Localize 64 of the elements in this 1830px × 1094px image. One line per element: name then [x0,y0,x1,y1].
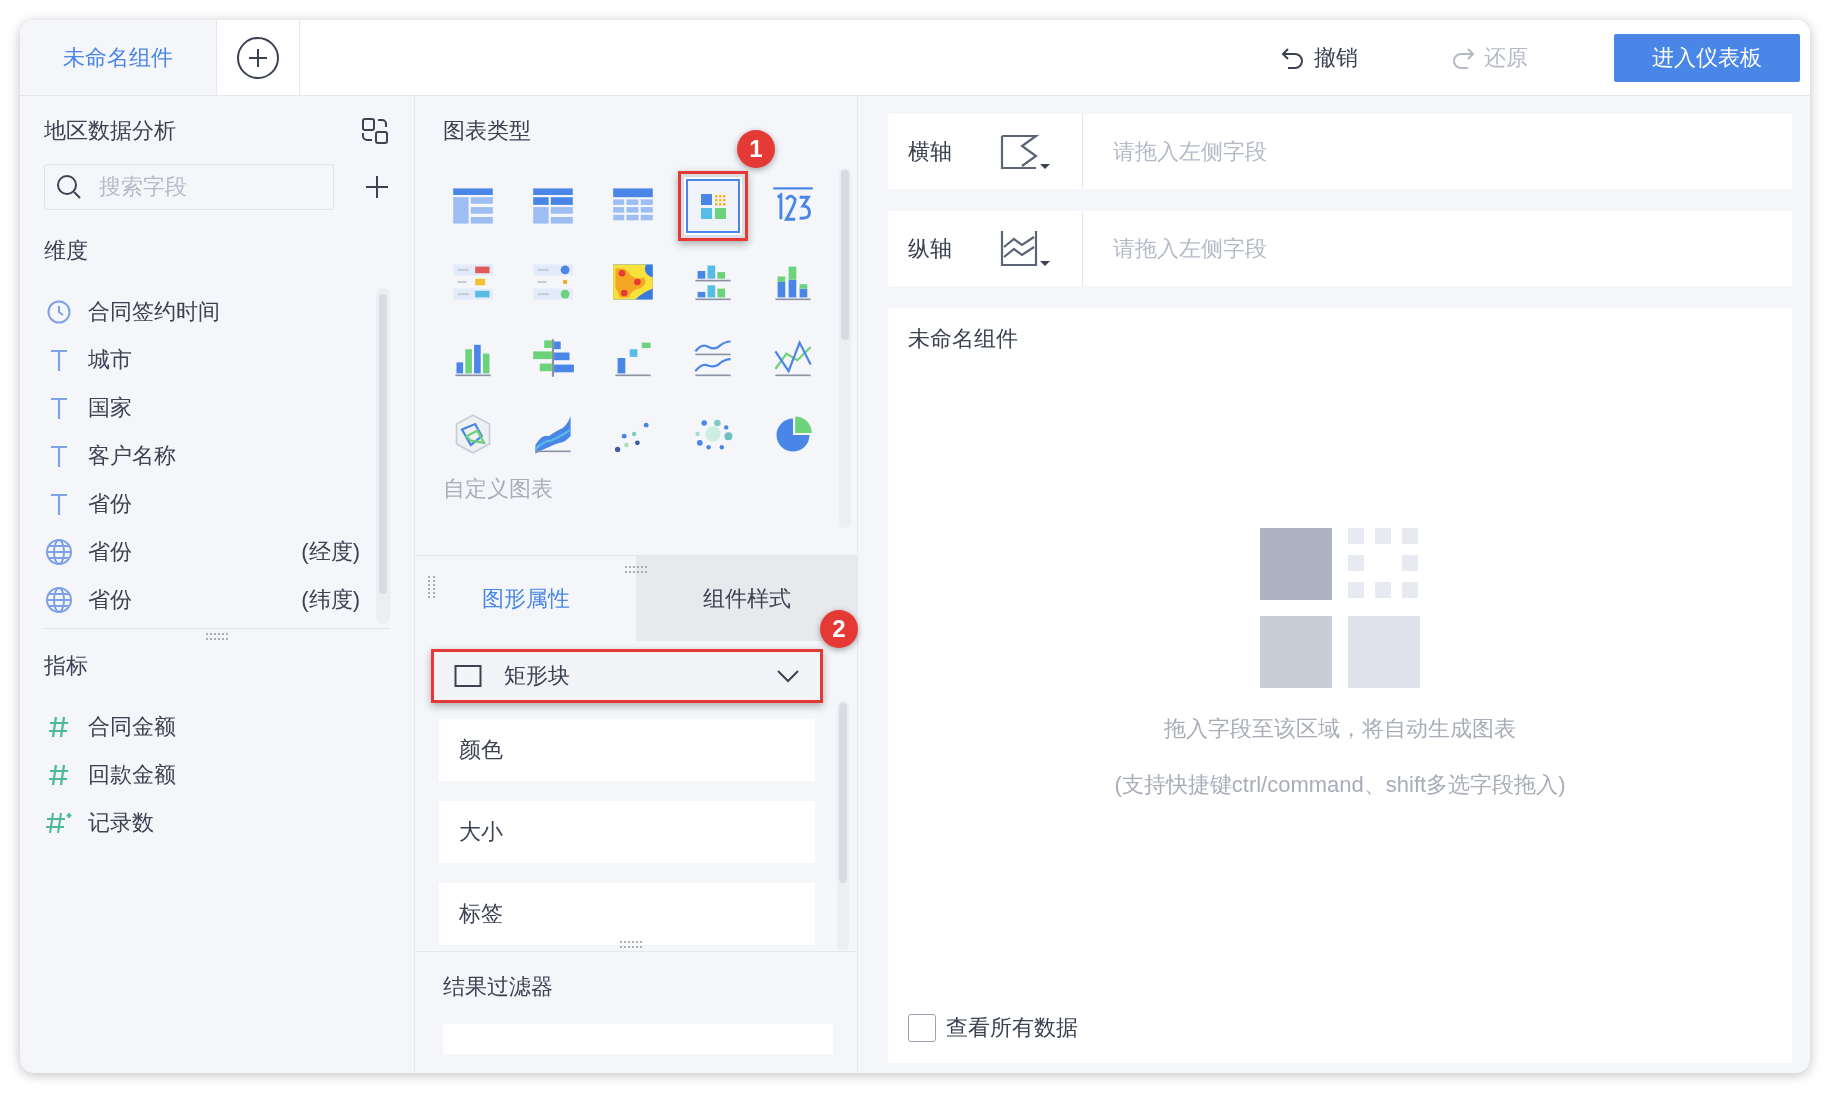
field-name[interactable]: 客户名称 [88,441,176,471]
globe-icon [45,586,73,614]
field-name[interactable]: 城市 [88,345,132,375]
axis-drop-field[interactable]: 请拖入左侧字段 [1111,137,1792,166]
hash-icon [48,763,70,787]
axis-drop-zone[interactable]: 请拖入左侧字段 [1083,211,1792,286]
section-title: 维度 [44,237,89,265]
add-icon[interactable] [364,174,390,200]
text-type-icon [49,396,69,420]
text-type-icon [49,492,69,516]
empty-hint: 拖入字段至该区域，将自动生成图表 [1164,714,1516,743]
field-suffix: (纬度) [301,586,361,614]
section-title: 自定义图表 [443,475,554,503]
scrollbar[interactable] [837,701,849,951]
switch-dataset-icon[interactable] [360,116,390,146]
axis-label: 横轴 [907,137,953,166]
field-name[interactable]: 省份 [88,537,132,567]
search-icon [55,173,83,201]
field-name[interactable]: 国家 [88,393,132,423]
add-icon[interactable] [236,35,280,80]
redo-icon [1450,45,1476,70]
dataset-title: 地区数据分析 [44,117,176,145]
chevron-down-icon [776,669,800,683]
field-name[interactable]: 回款金额 [88,760,176,790]
section-title: 指标 [44,652,89,680]
text-type-icon [49,348,69,372]
property-row[interactable]: 颜色 [439,719,815,781]
clock-icon [46,299,72,325]
section-title: 结果过滤器 [443,973,554,1001]
property-row[interactable]: 大小 [439,801,815,863]
drag-handle-icon[interactable] [427,576,435,598]
square-icon [454,664,482,688]
search-field[interactable]: 搜索字段 [44,164,334,210]
drag-handle-icon[interactable] [620,941,642,949]
empty-hint: (支持快捷键ctrl/command、shift多选字段拖入) [1114,770,1566,799]
enter-dashboard-button[interactable]: 进入仪表板 [1614,33,1800,82]
globe-icon [45,538,73,566]
field-name[interactable]: 省份 [88,585,132,615]
field-name[interactable]: 合同签约时间 [88,297,220,327]
axis-drop-field[interactable]: 请拖入左侧字段 [1111,234,1792,263]
drag-handle-icon[interactable] [625,566,647,574]
axis-drop-zone[interactable]: 请拖入左侧字段 [1083,114,1792,189]
field-name[interactable]: 省份 [88,489,132,519]
empty-chart-icon [1260,527,1420,688]
property-row[interactable]: 标签 [439,883,815,945]
step-badge: 1 [737,130,775,168]
bar-pair-chart-icon [531,336,575,380]
field-name[interactable]: 合同金额 [88,712,176,742]
hash-icon [48,715,70,739]
drag-handle-icon[interactable] [206,633,228,641]
undo-button[interactable]: 撤销 [1274,20,1364,95]
scrollbar[interactable] [376,288,390,624]
scrollbar[interactable] [839,168,851,528]
field-name[interactable]: 记录数 [88,808,154,838]
hash-star-icon [45,811,73,835]
component-title: 未命名组件 [908,325,1019,353]
axis-label: 纵轴 [907,234,953,263]
text-type-icon [49,444,69,468]
search-input[interactable]: 搜索字段 [97,173,301,201]
chart-type-button[interactable] [678,171,748,241]
field-suffix: (经度) [301,538,361,566]
section-title: 图表类型 [443,117,532,145]
undo-icon [1280,45,1306,70]
show-all-checkbox[interactable]: 查看所有数据 [908,1013,1772,1043]
